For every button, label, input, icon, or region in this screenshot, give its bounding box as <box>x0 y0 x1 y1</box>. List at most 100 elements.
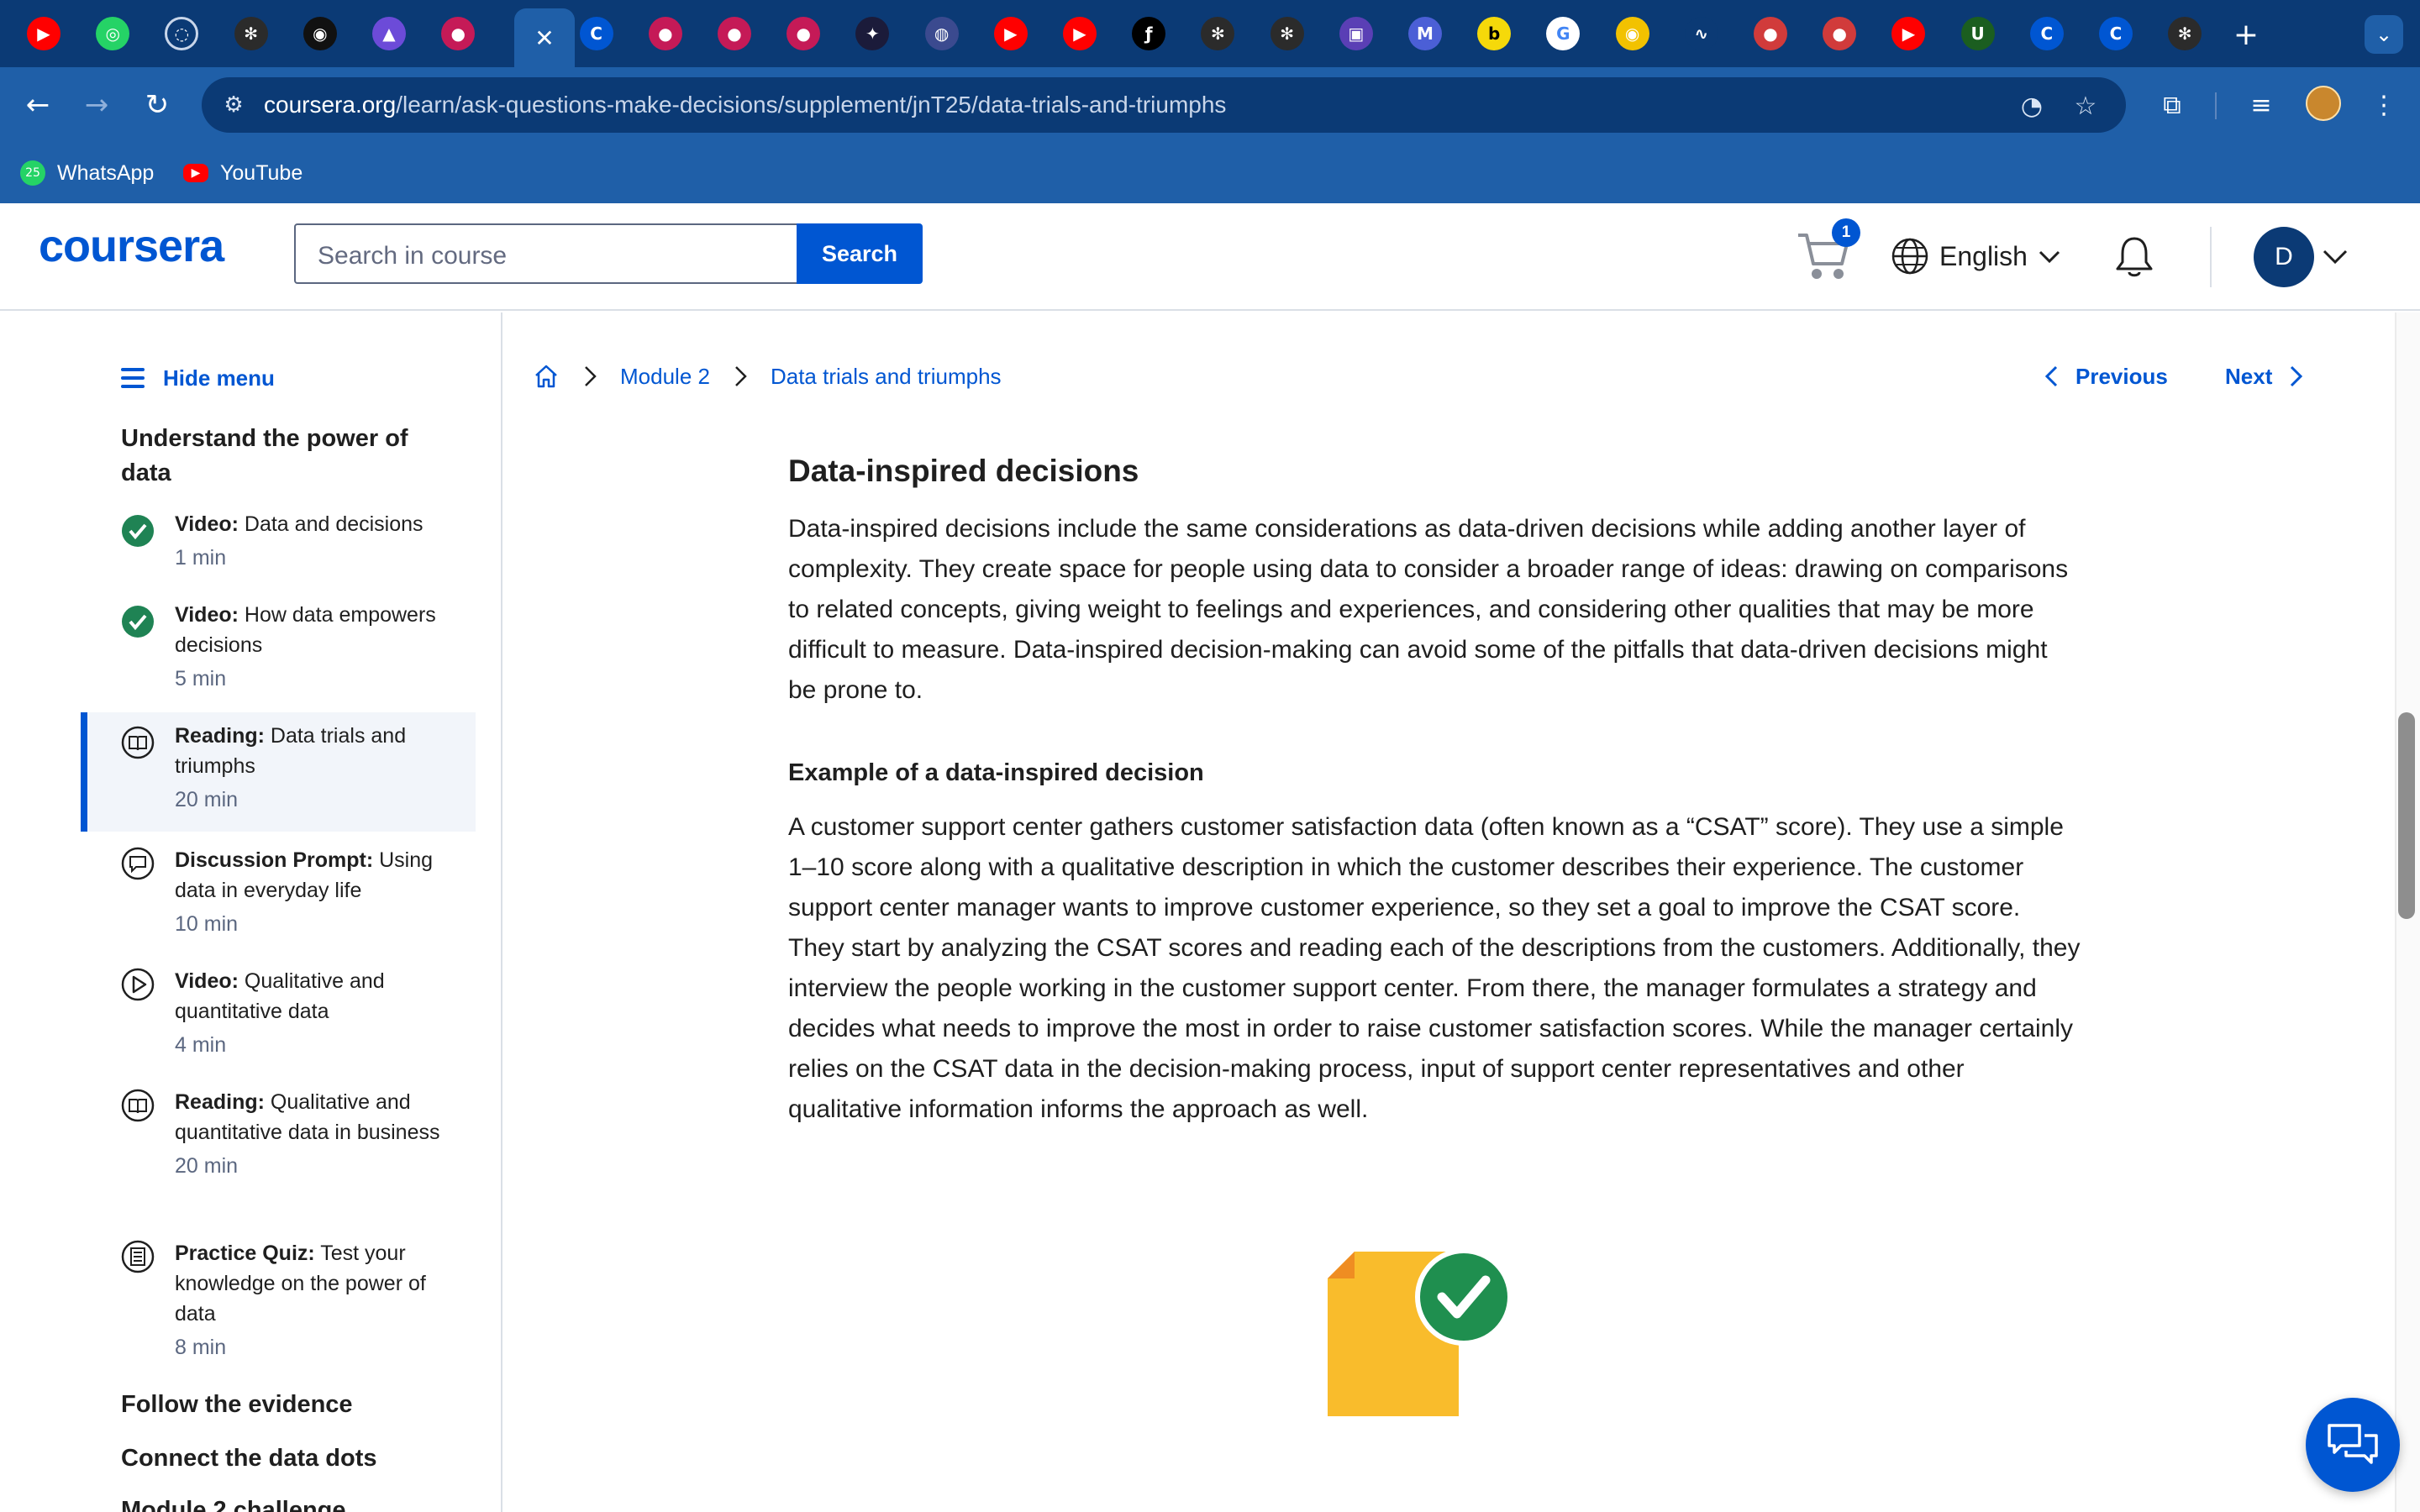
site-info-icon[interactable]: ⚙ <box>218 90 249 120</box>
language-selector[interactable]: English <box>1891 235 2061 277</box>
tab-youtube-icon[interactable]: ▶ <box>993 17 1028 50</box>
tab-openai-icon[interactable]: ✻ <box>2168 17 2202 50</box>
tab-record-icon[interactable]: ● <box>441 17 476 50</box>
chevron-right-icon <box>2291 365 2303 387</box>
tab-coursera-icon[interactable]: C <box>579 17 613 50</box>
video-play-icon <box>121 968 155 1001</box>
back-icon[interactable]: ← <box>17 84 59 126</box>
active-tab[interactable]: ✕ <box>514 8 575 67</box>
tab-record-icon[interactable]: ● <box>718 17 751 50</box>
section-title: Understand the power of data <box>121 425 408 486</box>
reload-icon[interactable]: ↻ <box>136 84 178 126</box>
module-link-module-2-challenge[interactable]: Module 2 challenge <box>121 1497 346 1512</box>
tab-search-button[interactable]: ⌄ <box>2365 15 2403 54</box>
tab-camera-icon[interactable]: ▣ <box>1339 17 1373 50</box>
browser-tab-strip: ✕ + ⌄ ▶ ◎ ◌ ✻ ◉ ▲ ● C ● ● ● ✦ ◍ ▶ ▶ ƒ ✻ ✻ ▣ Mb G ◉ ∿ ● ● ▶ U C C ✻ <box>0 0 2420 67</box>
breadcrumb: Module 2 Data trials and triumphs <box>533 356 1002 396</box>
coursera-logo[interactable]: coursera <box>39 220 224 272</box>
tab-ball-icon[interactable]: ● <box>1823 17 1857 50</box>
url-text[interactable]: coursera.org/learn/ask-questions-make-de… <box>264 92 1226 118</box>
sidebar-item-data-and-decisions[interactable]: Video: Data and decisions 1 min <box>81 509 476 585</box>
tab-b-icon[interactable]: b <box>1477 17 1512 50</box>
tab-github-icon[interactable]: ◉ <box>302 17 337 50</box>
module-link-follow-the-evidence[interactable]: Follow the evidence <box>121 1391 353 1419</box>
bookmarks-bar: 25 WhatsApp ▶ YouTube <box>0 143 2420 203</box>
chevron-right-icon <box>585 366 597 386</box>
hide-menu-label: Hide menu <box>163 365 275 391</box>
tab-dark-icon[interactable]: ✦ <box>855 17 890 50</box>
tab-ball-icon[interactable]: ● <box>1754 17 1787 50</box>
sidebar-item-practice-quiz[interactable]: Practice Quiz: Test your knowledge on th… <box>81 1238 476 1378</box>
whatsapp-icon: 25 <box>20 160 45 186</box>
article-paragraph: A customer support center gathers custom… <box>788 813 2081 1123</box>
sidebar-item-text: Reading: Data trials and triumphs 20 min <box>175 724 407 811</box>
tab-circle-icon[interactable]: ◉ <box>1615 17 1649 50</box>
breadcrumb-module-link[interactable]: Module 2 <box>620 364 710 390</box>
tab-m-icon[interactable]: M <box>1408 17 1442 50</box>
media-controls-icon[interactable]: ≡ <box>2242 86 2281 124</box>
address-bar[interactable]: ⚙ coursera.org/learn/ask-questions-make-… <box>202 77 2126 133</box>
cart-count-badge: 1 <box>1832 218 1860 247</box>
bell-icon[interactable] <box>2111 234 2158 281</box>
hide-menu-button[interactable]: Hide menu <box>121 361 275 395</box>
close-tab-icon[interactable]: ✕ <box>534 24 554 52</box>
performance-icon[interactable]: ◔ <box>2015 89 2049 123</box>
breadcrumb-current-page[interactable]: Data trials and triumphs <box>771 364 1002 390</box>
sidebar-item-text: Discussion Prompt: Using data in everyda… <box>175 848 434 936</box>
tab-stack-icon[interactable]: ▲ <box>372 17 406 50</box>
tab-openai-icon[interactable]: ✻ <box>1201 17 1235 50</box>
tab-loading-icon[interactable]: ◌ <box>165 17 199 50</box>
forward-icon[interactable]: → <box>76 84 118 126</box>
tab-openai-icon[interactable]: ✻ <box>234 17 268 50</box>
article-subheading: Example of a data-inspired decision <box>788 759 1204 786</box>
search-button[interactable]: Search <box>797 223 923 284</box>
tab-youtube-icon[interactable]: ▶ <box>1063 17 1097 50</box>
chrome-menu-icon[interactable]: ⋮ <box>2365 86 2403 124</box>
tab-youtube-icon[interactable]: ▶ <box>27 17 60 50</box>
chevron-down-icon[interactable] <box>2321 242 2349 270</box>
bookmark-label: WhatsApp <box>57 160 155 185</box>
sidebar-item-using-data-in-everyday-life[interactable]: Discussion Prompt: Using data in everyda… <box>81 845 476 954</box>
youtube-icon: ▶ <box>183 164 208 182</box>
tab-record-icon[interactable]: ● <box>786 17 821 50</box>
course-sidebar: Hide menu Understand the power of data V… <box>0 312 502 1512</box>
sidebar-item-text: Video: Data and decisions 1 min <box>175 512 424 570</box>
next-button[interactable]: Next <box>2225 356 2306 396</box>
bookmark-star-icon[interactable]: ☆ <box>2069 89 2102 123</box>
sidebar-item-qualitative-and-quantitative-data-in-business[interactable]: Reading: Qualitative and quantitative da… <box>81 1087 476 1226</box>
completed-check-icon <box>122 606 154 638</box>
tab-google-icon[interactable]: G <box>1546 17 1581 50</box>
tab-coursera-icon[interactable]: C <box>2099 17 2133 50</box>
search-input[interactable]: Search in course <box>294 223 798 284</box>
chat-bubbles-icon <box>2328 1424 2378 1464</box>
quiz-icon <box>121 1240 155 1273</box>
header-divider <box>2210 227 2212 287</box>
profile-avatar[interactable] <box>2306 86 2341 121</box>
tab-record-icon[interactable]: ● <box>648 17 682 50</box>
tab-whatsapp-icon[interactable]: ◎ <box>96 17 130 50</box>
sidebar-item-qualitative-and-quantitative-data[interactable]: Video: Qualitative and quantitative data… <box>81 966 476 1075</box>
home-icon[interactable] <box>533 363 560 390</box>
bookmark-youtube[interactable]: ▶ YouTube <box>183 158 302 188</box>
tab-youtube-icon[interactable]: ▶ <box>1891 17 1926 50</box>
sidebar-item-data-trials-and-triumphs[interactable]: Reading: Data trials and triumphs 20 min <box>81 712 476 832</box>
sidebar-item-text: Reading: Qualitative and quantitative da… <box>175 1090 440 1178</box>
sidebar-item-text: Video: How data empowers decisions 5 min <box>175 603 436 690</box>
tab-coursera-icon[interactable]: C <box>2029 17 2064 50</box>
new-tab-button[interactable]: + <box>2228 17 2264 52</box>
bookmark-whatsapp[interactable]: 25 WhatsApp <box>20 158 154 188</box>
sidebar-item-how-data-empowers-decisions[interactable]: Video: How data empowers decisions 5 min <box>81 600 476 709</box>
user-avatar[interactable]: D <box>2254 227 2314 287</box>
tab-globe-icon[interactable]: ◍ <box>924 17 959 50</box>
tab-wave-icon[interactable]: ∿ <box>1684 17 1718 50</box>
previous-button[interactable]: Previous <box>2042 356 2168 396</box>
article-paragraph: Data-inspired decisions include the same… <box>788 515 2069 704</box>
completed-check-icon <box>122 515 154 547</box>
tab-openai-icon[interactable]: ✻ <box>1270 17 1304 50</box>
tab-signature-icon[interactable]: ƒ <box>1132 17 1166 50</box>
scrollbar-thumb[interactable] <box>2398 712 2415 919</box>
chat-support-button[interactable] <box>2306 1398 2400 1492</box>
module-link-connect-the-data-dots[interactable]: Connect the data dots <box>121 1445 377 1473</box>
extensions-icon[interactable]: ⧉ <box>2153 86 2191 124</box>
tab-my-unt-icon[interactable]: U <box>1960 17 1995 50</box>
